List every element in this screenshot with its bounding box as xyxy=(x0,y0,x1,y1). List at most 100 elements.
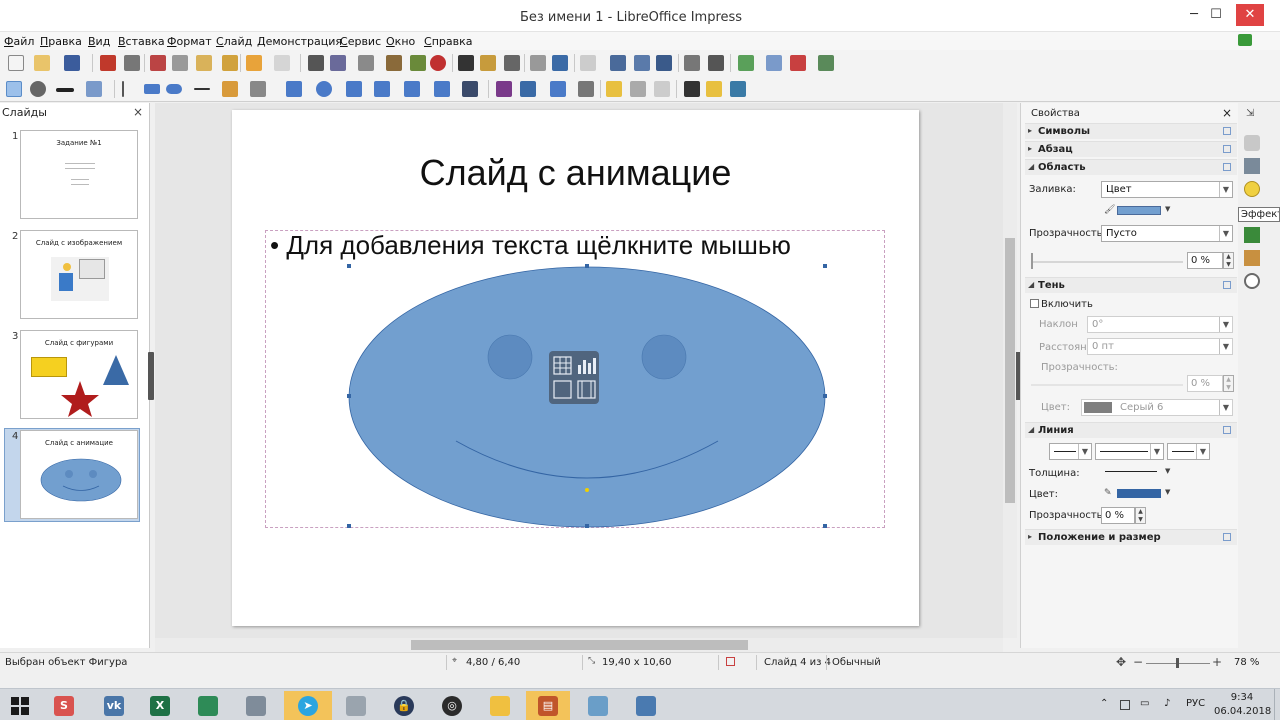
block-arrows-icon[interactable] xyxy=(346,81,362,97)
hyperlink-icon[interactable] xyxy=(504,55,520,71)
rectangle-tool-icon[interactable] xyxy=(144,84,160,94)
taskbar-app-sway[interactable] xyxy=(188,691,228,720)
master-slides-icon[interactable] xyxy=(1244,158,1260,174)
section-line[interactable]: ◢ Линия xyxy=(1025,422,1237,438)
3d-objects-icon[interactable] xyxy=(462,81,478,97)
system-clock[interactable]: 9:34 06.04.2018 xyxy=(1214,691,1271,719)
slide-layout-icon[interactable] xyxy=(634,55,650,71)
document-modified-icon[interactable] xyxy=(726,657,735,666)
taskbar-app-impress[interactable]: ▤ xyxy=(526,691,570,720)
ellipse-tool-icon[interactable] xyxy=(166,84,182,94)
filter-icon[interactable] xyxy=(654,81,670,97)
taskbar-app-vk[interactable]: vk xyxy=(94,691,134,720)
update-icon[interactable] xyxy=(1238,34,1252,46)
zoom-in-button[interactable]: + xyxy=(1212,655,1222,669)
paste-icon[interactable] xyxy=(196,55,212,71)
taskbar-app-notes[interactable] xyxy=(578,691,618,720)
navigator-icon[interactable] xyxy=(1244,273,1260,289)
new-slide-icon[interactable] xyxy=(738,55,754,71)
menu-tools[interactable]: Сервис xyxy=(340,35,381,48)
section-paragraph[interactable]: ▸ Абзац xyxy=(1025,141,1237,157)
show-desktop-button[interactable] xyxy=(1274,689,1280,720)
print-icon[interactable] xyxy=(124,55,140,71)
points-icon[interactable] xyxy=(684,81,700,97)
fill-color-swatch[interactable] xyxy=(1117,206,1161,215)
shadow-icon[interactable] xyxy=(606,81,622,97)
flowchart-icon[interactable] xyxy=(374,81,390,97)
align-icon[interactable] xyxy=(520,81,536,97)
spin-buttons[interactable]: ▲ ▼ xyxy=(1223,375,1234,392)
chevron-down-icon[interactable]: ▼ xyxy=(1165,205,1170,213)
new-document-icon[interactable] xyxy=(8,55,24,71)
taskbar-app-calculator[interactable] xyxy=(236,691,276,720)
callouts-icon[interactable] xyxy=(404,81,420,97)
textbox-icon[interactable] xyxy=(458,55,474,71)
taskbar-app-telegram[interactable]: ➤ xyxy=(284,691,332,720)
line-tool-icon[interactable] xyxy=(122,81,124,97)
start-current-slide-icon[interactable] xyxy=(708,55,724,71)
line-end-style-select[interactable]: ▼ xyxy=(1167,443,1210,460)
slide-thumbnail-1[interactable]: Задание №1 xyxy=(20,130,138,219)
deck-menu-icon[interactable]: ⇲ xyxy=(1246,108,1254,119)
menu-slideshow[interactable]: Демонстрация xyxy=(257,35,342,48)
fill-color-icon[interactable] xyxy=(86,81,102,97)
arrange-icon[interactable] xyxy=(550,81,566,97)
spin-buttons[interactable]: ▲ ▼ xyxy=(1135,507,1146,524)
maximize-button[interactable]: ☐ xyxy=(1202,4,1230,26)
delete-slide-icon[interactable] xyxy=(790,55,806,71)
open-folder-icon[interactable] xyxy=(34,55,50,71)
line-style-select[interactable]: ▼ xyxy=(1095,443,1164,460)
shadow-angle-select[interactable]: 0° ▼ xyxy=(1087,316,1233,333)
connector-tool-icon[interactable] xyxy=(250,81,266,97)
volume-icon[interactable]: ♪ xyxy=(1164,698,1170,709)
start-button[interactable] xyxy=(0,691,40,720)
zoom-icon[interactable] xyxy=(30,81,46,97)
basic-shapes-icon[interactable] xyxy=(286,81,302,97)
effects-icon[interactable] xyxy=(1244,181,1260,197)
taskbar-app-scanner[interactable] xyxy=(336,691,376,720)
select-icon[interactable] xyxy=(6,81,22,97)
line-color-icon[interactable] xyxy=(56,88,74,92)
grid-icon[interactable] xyxy=(530,55,546,71)
chart-icon[interactable] xyxy=(410,55,426,71)
arrow-line-icon[interactable] xyxy=(194,88,210,90)
zoom-out-button[interactable]: − xyxy=(1133,655,1143,669)
input-language[interactable]: РУС xyxy=(1186,698,1205,709)
section-symbols[interactable]: ▸ Символы xyxy=(1025,123,1237,139)
shadow-transparency-field[interactable]: 0 % xyxy=(1187,375,1223,392)
zoom-slider-knob[interactable] xyxy=(1176,658,1179,668)
vertical-scrollbar[interactable] xyxy=(1003,103,1017,638)
redo-icon[interactable] xyxy=(274,55,290,71)
line-start-style-select[interactable]: ▼ xyxy=(1049,443,1092,460)
shadow-transparency-slider[interactable] xyxy=(1031,384,1183,386)
gallery-icon[interactable] xyxy=(1244,250,1260,266)
save-icon[interactable] xyxy=(64,55,80,71)
properties-icon[interactable] xyxy=(1244,135,1260,151)
slides-pane-collapse-handle[interactable] xyxy=(148,352,154,400)
crop-icon[interactable] xyxy=(630,81,646,97)
spelling-icon[interactable] xyxy=(330,55,346,71)
taskbar-app-vpn[interactable]: 🔒 xyxy=(384,691,424,720)
menu-slide[interactable]: Слайд xyxy=(216,35,252,48)
slide-show-icon[interactable] xyxy=(818,55,834,71)
media-icon[interactable] xyxy=(430,55,446,71)
fontwork-icon[interactable] xyxy=(480,55,496,71)
close-button[interactable]: ✕ xyxy=(1236,4,1264,26)
menu-window[interactable]: Окно xyxy=(386,35,415,48)
menu-insert[interactable]: Вставка xyxy=(118,35,165,48)
transparency-percent-field[interactable]: 0 % xyxy=(1187,252,1223,269)
taskbar-app-photos[interactable] xyxy=(626,691,666,720)
toggle-extrusion-icon[interactable] xyxy=(730,81,746,97)
section-area[interactable]: ◢ Область xyxy=(1025,159,1237,175)
network-icon[interactable] xyxy=(1120,700,1130,710)
line-width-preview[interactable] xyxy=(1105,471,1157,472)
section-shadow[interactable]: ◢ Тень xyxy=(1025,277,1237,293)
menu-help[interactable]: Справка xyxy=(424,35,472,48)
find-replace-icon[interactable] xyxy=(308,55,324,71)
taskbar-app-explorer[interactable] xyxy=(480,691,520,720)
shadow-distance-select[interactable]: 0 пт ▼ xyxy=(1087,338,1233,355)
shadow-color-select[interactable]: Серый 6 ▼ xyxy=(1081,399,1233,416)
slide-thumbnail-4[interactable]: Слайд с анимацие xyxy=(20,430,138,519)
taskbar-app-obs[interactable]: ◎ xyxy=(432,691,472,720)
fit-slide-icon[interactable]: ✥ xyxy=(1116,655,1126,669)
